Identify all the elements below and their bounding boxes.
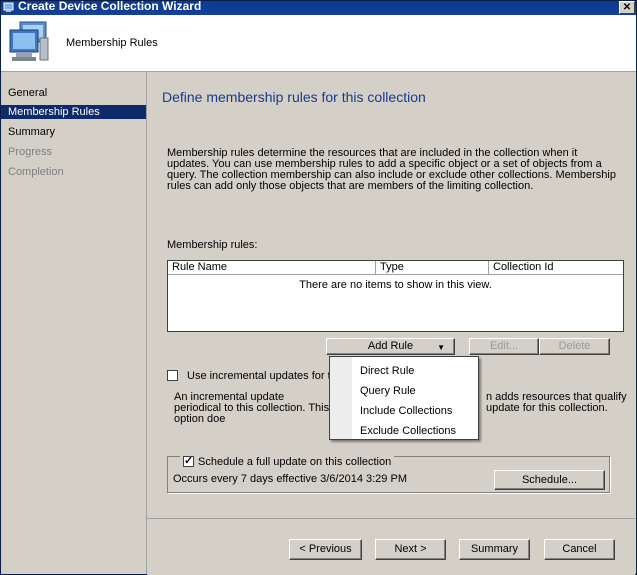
schedule-full-update-checkbox[interactable]: ✓ — [183, 455, 194, 467]
menu-item-exclude-collections[interactable]: Exclude Collections — [360, 425, 456, 437]
next-button[interactable]: Next > — [375, 539, 446, 560]
wizard-window: Create Device Collection Wizard ✕ Member… — [0, 0, 637, 575]
column-header-type[interactable]: Type — [376, 261, 489, 275]
nav-item-completion: Completion — [8, 166, 64, 178]
add-rule-menu: Direct Rule Query Rule Include Collectio… — [329, 356, 479, 440]
title-bar[interactable]: Create Device Collection Wizard ✕ — [1, 0, 636, 15]
incremental-updates-checkbox[interactable] — [167, 370, 178, 381]
delete-button[interactable]: Delete — [539, 338, 610, 355]
nav-item-summary[interactable]: Summary — [1, 125, 146, 139]
nav-item-general[interactable]: General — [1, 86, 146, 100]
menu-gutter — [330, 357, 352, 439]
computer-collection-icon — [9, 21, 49, 61]
schedule-full-update-label: Schedule a full update on this collectio… — [198, 456, 392, 468]
wizard-header: Membership Rules — [1, 15, 636, 72]
close-icon: ✕ — [622, 2, 632, 13]
checkmark-icon: ✓ — [184, 455, 194, 467]
column-header-rule-name[interactable]: Rule Name — [168, 261, 376, 275]
previous-button[interactable]: < Previous — [289, 539, 362, 560]
schedule-description: Occurs every 7 days effective 3/6/2014 3… — [173, 473, 407, 485]
page-title: Define membership rules for this collect… — [162, 89, 426, 105]
edit-button[interactable]: Edit... — [469, 338, 539, 355]
add-rule-label: Add Rule — [367, 340, 414, 352]
window-title: Create Device Collection Wizard — [18, 0, 202, 13]
add-rule-button[interactable]: Add Rule ▼ — [326, 338, 455, 355]
menu-item-query-rule[interactable]: Query Rule — [360, 385, 416, 397]
menu-item-direct-rule[interactable]: Direct Rule — [360, 365, 414, 377]
incremental-updates-label: Use incremental updates for this — [187, 370, 345, 382]
nav-item-membership-rules[interactable]: Membership Rules — [1, 105, 146, 119]
schedule-button[interactable]: Schedule... — [494, 470, 605, 490]
wizard-icon — [3, 2, 14, 12]
header-title: Membership Rules — [66, 37, 158, 49]
nav-item-progress: Progress — [8, 146, 53, 158]
table-empty-text: There are no items to show in this view. — [299, 279, 492, 291]
menu-item-include-collections[interactable]: Include Collections — [360, 405, 452, 417]
incremental-description-left: An incremental update periodical to this… — [174, 391, 330, 425]
dropdown-arrow-icon: ▼ — [437, 343, 445, 352]
membership-rules-table[interactable]: Rule Name Type Collection Id There are n… — [167, 260, 624, 332]
wizard-content: Define membership rules for this collect… — [147, 72, 635, 517]
schedule-group-label: ✓ Schedule a full update on this collect… — [180, 455, 395, 468]
summary-button[interactable]: Summary — [459, 539, 530, 560]
column-header-collection-id[interactable]: Collection Id — [489, 261, 623, 275]
wizard-nav: General Membership Rules Summary Progres… — [1, 72, 147, 574]
wizard-footer: < Previous Next > Summary Cancel — [147, 518, 635, 575]
cancel-button[interactable]: Cancel — [544, 539, 615, 560]
close-button[interactable]: ✕ — [619, 1, 635, 14]
membership-rules-label: Membership rules: — [167, 239, 258, 251]
incremental-description-right: n adds resources that qualify update for… — [486, 391, 627, 414]
page-description: Membership rules determine the resources… — [167, 147, 616, 192]
